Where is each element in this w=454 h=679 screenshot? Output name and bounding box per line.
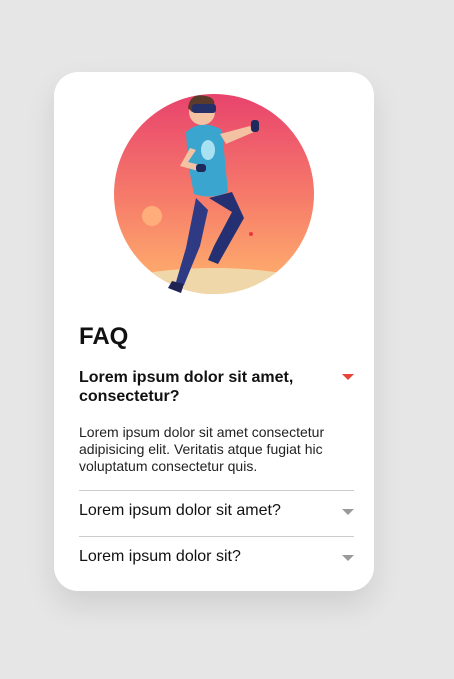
vr-player-illustration <box>114 94 314 294</box>
faq-card: FAQ Lorem ipsum dolor sit amet, consecte… <box>54 72 374 591</box>
faq-item-2[interactable]: Lorem ipsum dolor sit amet? <box>79 501 354 521</box>
faq-question-1[interactable]: Lorem ipsum dolor sit amet, consectetur? <box>79 368 328 406</box>
caret-down-icon[interactable] <box>342 509 354 515</box>
divider <box>79 536 354 537</box>
faq-item-1[interactable]: Lorem ipsum dolor sit amet, consectetur?… <box>79 368 354 475</box>
caret-down-icon[interactable] <box>342 555 354 561</box>
divider <box>79 490 354 491</box>
faq-question-2[interactable]: Lorem ipsum dolor sit amet? <box>79 501 328 521</box>
caret-down-icon[interactable] <box>342 374 354 380</box>
faq-title: FAQ <box>79 323 129 350</box>
faq-item-3[interactable]: Lorem ipsum dolor sit? <box>79 547 354 567</box>
faq-question-3[interactable]: Lorem ipsum dolor sit? <box>79 547 328 567</box>
faq-answer-1: Lorem ipsum dolor sit amet consectetur a… <box>79 424 325 474</box>
